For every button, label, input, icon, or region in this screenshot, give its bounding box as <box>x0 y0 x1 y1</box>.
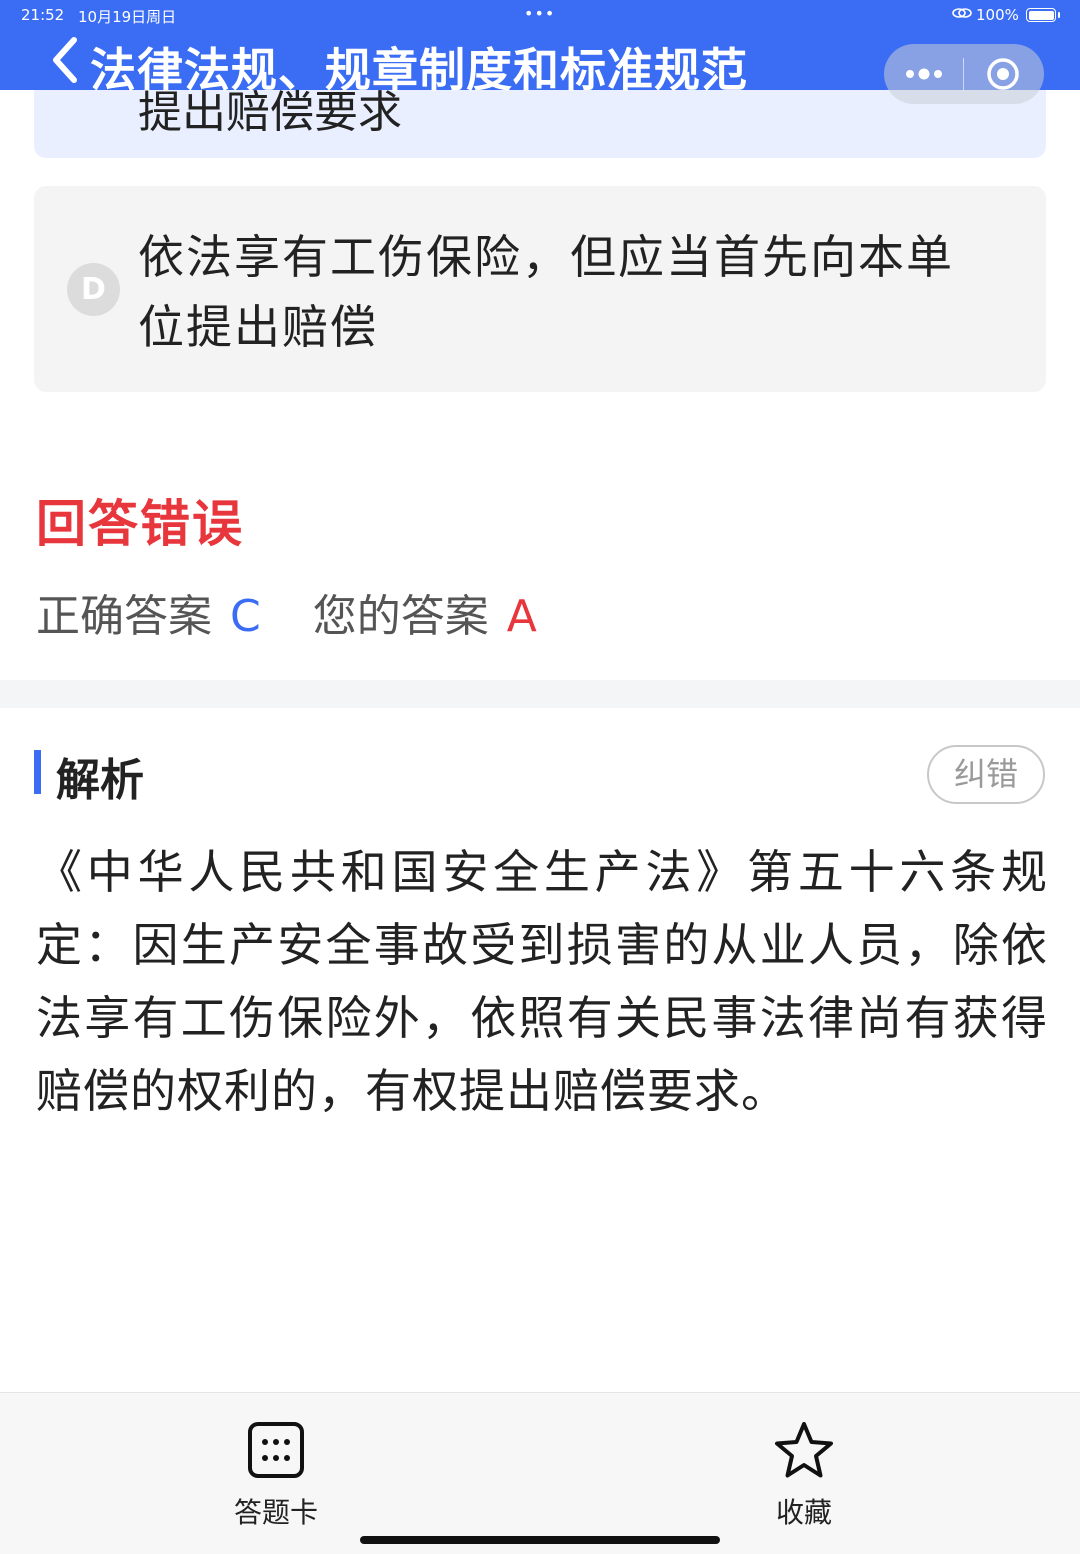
more-dots-icon[interactable] <box>902 62 946 86</box>
analysis-title: 解析 <box>56 755 144 806</box>
status-multitask-dots[interactable]: ••• <box>524 4 555 23</box>
grid-icon <box>248 1422 304 1478</box>
answer-summary: 正确答案 C 您的答案 A <box>36 580 537 644</box>
correct-answer-label: 正确答案 <box>36 591 212 642</box>
link-icon <box>952 6 972 24</box>
status-date: 10月19日周日 <box>78 8 177 26</box>
result-title: 回答错误 <box>36 495 244 553</box>
bottom-tabbar: 答题卡 收藏 <box>0 1392 1080 1554</box>
favorite-tab[interactable]: 收藏 <box>734 1421 874 1531</box>
correct-answer-value: C <box>230 591 261 642</box>
home-indicator[interactable] <box>360 1536 720 1544</box>
capsule-separator <box>963 58 964 90</box>
option-d-letter: D <box>67 263 120 316</box>
battery-icon <box>1026 8 1060 22</box>
report-error-button[interactable]: 纠错 <box>927 745 1045 804</box>
chevron-left-icon[interactable] <box>46 34 86 86</box>
battery-percent: 100% <box>976 6 1019 24</box>
quiz-result-page: 提出赔偿要求 D 依法享有工伤保险，但应当首先向本单位提出赔偿 回答错误 正确答… <box>0 0 1080 1554</box>
star-icon <box>775 1422 833 1478</box>
answer-card-label: 答题卡 <box>233 1496 318 1529</box>
analysis-accent-bar <box>34 750 41 794</box>
favorite-label: 收藏 <box>775 1496 832 1529</box>
answer-card-tab[interactable]: 答题卡 <box>206 1421 346 1531</box>
option-d-text: 依法享有工伤保险，但应当首先向本单位提出赔偿 <box>138 230 954 354</box>
page-title: 法律法规、规章制度和标准规范 <box>90 43 748 97</box>
section-divider <box>0 680 1080 708</box>
target-icon[interactable] <box>986 57 1020 91</box>
analysis-text: 《中华人民共和国安全生产法》第五十六条规定：因生产安全事故受到损害的从业人员，除… <box>36 845 1048 1118</box>
your-answer-label: 您的答案 <box>312 591 489 642</box>
miniprogram-capsule <box>884 44 1044 104</box>
your-answer-value: A <box>506 591 537 642</box>
status-time: 21:52 <box>21 6 65 24</box>
option-d[interactable]: D 依法享有工伤保险，但应当首先向本单位提出赔偿 <box>34 186 1046 392</box>
